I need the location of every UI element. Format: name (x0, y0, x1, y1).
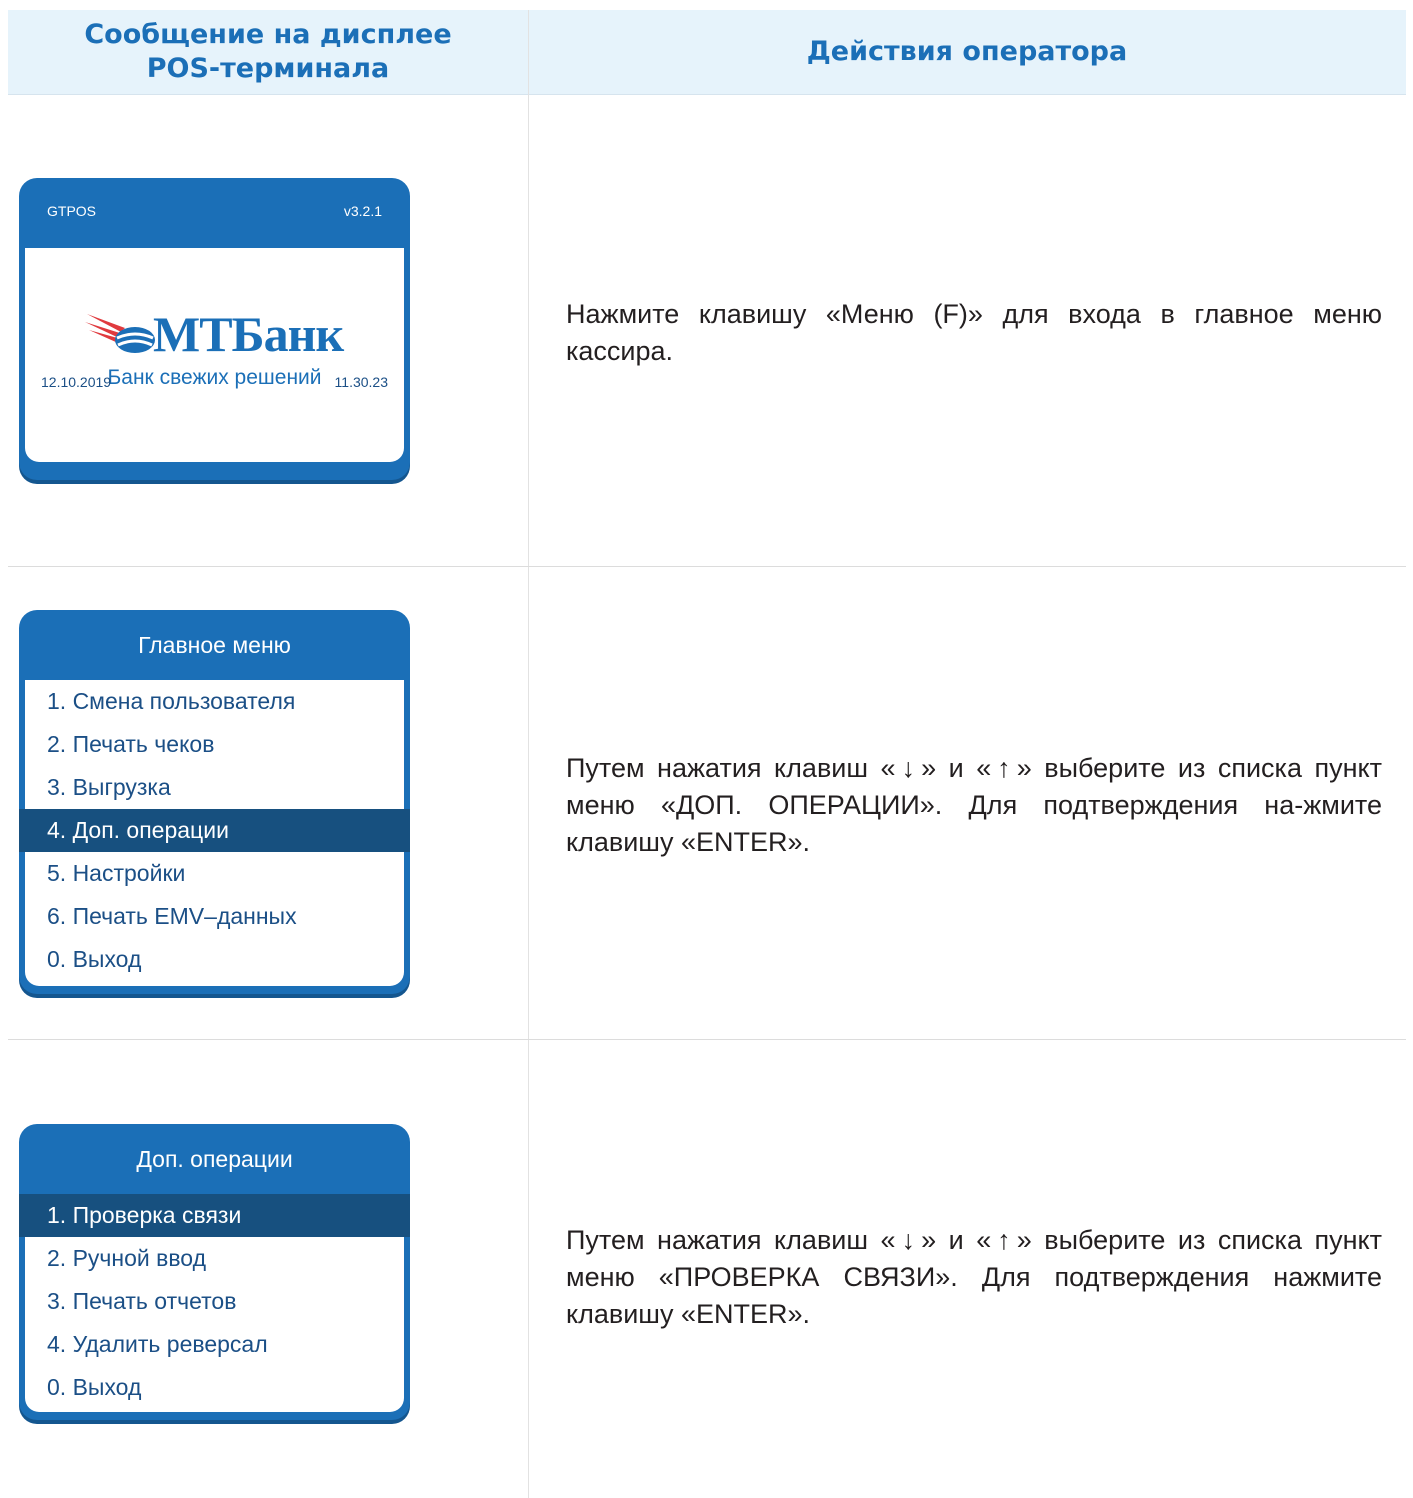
menu-item-exit[interactable]: 0. Выход (19, 938, 410, 981)
screen-status-bar: GTPOS v3.2.1 (47, 203, 382, 219)
arrow-up-icon: ↑ (997, 753, 1011, 783)
row-divider (8, 566, 1406, 567)
instruction-text: » и « (921, 1225, 992, 1255)
instruction-step-2: Путем нажатия клавиш «↓» и «↑» выберите … (566, 750, 1382, 861)
column-divider (528, 10, 529, 1498)
menu-title: Главное меню (138, 631, 291, 658)
menu-item-delete-reversal[interactable]: 4. Удалить реверсал (19, 1323, 410, 1366)
terminal-idle-screen: GTPOS v3.2.1 МТБанк Банк свежих решений … (19, 178, 410, 480)
instruction-text: Путем нажатия клавиш « (566, 1225, 896, 1255)
header-display-column: Сообщение на дисплее POS-терминала (8, 10, 528, 94)
app-version: v3.2.1 (343, 203, 382, 219)
menu-item-manual-entry[interactable]: 2. Ручной ввод (19, 1237, 410, 1280)
row-divider (8, 1039, 1406, 1040)
menu-item-connection-check[interactable]: 1. Проверка связи (19, 1194, 410, 1237)
menu-item-exit[interactable]: 0. Выход (19, 1366, 410, 1409)
terminal-main-menu-screen: Главное меню 1. Смена пользователя 2. Пе… (19, 610, 410, 994)
bank-logo-icon (85, 314, 155, 353)
bank-logo: МТБанк (25, 306, 404, 362)
instruction-page: Сообщение на дисплее POS-терминала Дейст… (0, 0, 1413, 1498)
screen-date: 12.10.2019 (41, 374, 112, 390)
header-actions-column: Действия оператора (528, 10, 1406, 94)
instruction-step-1: Нажмите клавишу «Меню (F)» для входа в г… (566, 299, 1382, 366)
menu-item-upload[interactable]: 3. Выгрузка (19, 766, 410, 809)
screen-time: 11.30.23 (334, 374, 388, 390)
menu-item-extra-operations[interactable]: 4. Доп. операции (19, 809, 410, 852)
menu-list: 1. Смена пользователя 2. Печать чеков 3.… (19, 680, 410, 986)
instruction-text: Путем нажатия клавиш « (566, 753, 896, 783)
table-header: Сообщение на дисплее POS-терминала Дейст… (8, 10, 1406, 95)
app-name: GTPOS (47, 203, 97, 219)
bank-logo-text: МТБанк (153, 306, 344, 362)
menu-item-change-user[interactable]: 1. Смена пользователя (19, 680, 410, 723)
header-actions-label: Действия оператора (806, 36, 1128, 67)
menu-title: Доп. операции (136, 1145, 293, 1172)
menu-item-print-reports[interactable]: 3. Печать отчетов (19, 1280, 410, 1323)
instruction-text: » и « (921, 753, 992, 783)
arrow-down-icon: ↓ (901, 753, 916, 783)
screen-body: МТБанк Банк свежих решений (25, 248, 404, 462)
terminal-extra-operations-screen: Доп. операции 1. Проверка связи 2. Ручно… (19, 1124, 410, 1420)
menu-item-print-receipts[interactable]: 2. Печать чеков (19, 723, 410, 766)
screen-datetime: 12.10.2019 11.30.23 (41, 374, 388, 390)
menu-item-settings[interactable]: 5. Настройки (19, 852, 410, 895)
arrow-down-icon: ↓ (901, 1225, 916, 1255)
menu-item-print-emv[interactable]: 6. Печать EMV–данных (19, 895, 410, 938)
instruction-step-3: Путем нажатия клавиш «↓» и «↑» выберите … (566, 1222, 1382, 1333)
arrow-up-icon: ↑ (997, 1225, 1011, 1255)
menu-list: 1. Проверка связи 2. Ручной ввод 3. Печа… (19, 1194, 410, 1412)
header-display-label: Сообщение на дисплее POS-терминала (84, 19, 452, 84)
